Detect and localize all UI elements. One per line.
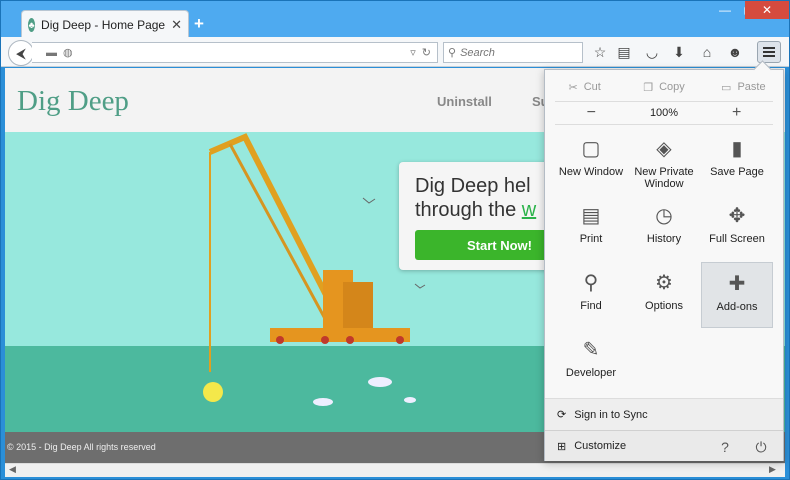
sync-label: Sign in to Sync [574, 408, 648, 421]
window-icon: ▢ [581, 138, 601, 160]
dropdown-icon[interactable]: ▿ [410, 46, 416, 59]
hamburger-icon [763, 51, 775, 53]
tab-title: Dig Deep - Home Page [41, 17, 166, 32]
folder-icon: ▬ [46, 46, 57, 59]
fullscreen-icon: ✥ [728, 205, 746, 227]
zoom-out-button[interactable]: − [555, 104, 628, 122]
home-icon[interactable]: ⌂ [697, 42, 717, 62]
tree-icon: ♣ [28, 17, 36, 32]
nav-uninstall[interactable]: Uninstall [437, 94, 492, 109]
options-label: Options [645, 300, 683, 312]
paste-label: Paste [737, 81, 766, 93]
url-bar[interactable]: ▬ ◍ ▿ ↻ [32, 42, 438, 63]
tab-dig-deep[interactable]: ♣ Dig Deep - Home Page ✕ [21, 10, 189, 38]
hero-headline: Dig Deep hel through the w [415, 174, 536, 222]
close-window-button[interactable]: ✕ [745, 1, 789, 19]
new-tab-button[interactable]: + [194, 14, 204, 34]
history-button[interactable]: ◷ History [628, 195, 700, 261]
title-bar: ♣ Dig Deep - Home Page ✕ + — ▢ ✕ [1, 1, 789, 38]
magnifier-icon: ⚲ [583, 272, 599, 294]
clipboard-icon: ▭ [721, 81, 732, 94]
mask-icon: ◈ [656, 138, 672, 160]
search-box[interactable]: ⚲ [443, 42, 583, 63]
save-page-button[interactable]: ▮ Save Page [701, 128, 773, 194]
printer-icon: ▤ [581, 205, 601, 227]
menu-button[interactable] [757, 41, 781, 63]
sync-icon: ⟳ [557, 409, 567, 421]
puzzle-icon: ✚ [728, 273, 746, 295]
new-private-window-label: New Private Window [634, 166, 694, 190]
pocket-icon[interactable]: ◡ [642, 42, 662, 62]
print-label: Print [579, 233, 603, 245]
options-button[interactable]: ⚙ Options [628, 262, 700, 328]
gear-icon: ⚙ [655, 272, 673, 294]
hero-line-1: Dig Deep hel [415, 175, 531, 197]
search-icon: ⚲ [448, 47, 457, 59]
scroll-left-icon[interactable]: ◀ [9, 464, 16, 475]
full-screen-button[interactable]: ✥ Full Screen [701, 195, 773, 261]
copy-label: Copy [659, 81, 685, 93]
menu-grid: ▢ New Window ◈ New Private Window ▮ Save Pa… [555, 128, 773, 395]
nav-toolbar: ⮜ ▬ ◍ ▿ ↻ ⚲ ☆ ▤ ◡ ⬇ ⌂ ☻ [1, 37, 789, 67]
hero-link[interactable]: w [522, 199, 536, 221]
new-private-window-button[interactable]: ◈ New Private Window [628, 128, 700, 194]
new-window-button[interactable]: ▢ New Window [555, 128, 627, 194]
reload-icon[interactable]: ↻ [422, 46, 431, 59]
save-page-label: Save Page [710, 166, 764, 178]
find-label: Find [580, 300, 602, 312]
globe-icon: ◍ [63, 47, 73, 59]
customize-bar: ⊞ Customize ? ⏻ [545, 430, 783, 461]
add-ons-label: Add-ons [716, 301, 758, 313]
clock-icon: ◷ [655, 205, 673, 227]
zoom-in-button[interactable]: + [700, 104, 773, 122]
horizontal-scrollbar[interactable]: ◀ ▶ [5, 463, 785, 477]
cut-button[interactable]: ✂ Cut [545, 76, 624, 98]
firefox-menu-panel: ✂ Cut ❐ Copy ▭ Paste − 100% + ▢ New Window ◈… [544, 69, 784, 461]
new-window-label: New Window [558, 166, 624, 178]
hero-line-2: through the w [415, 198, 536, 222]
sign-in-to-sync-button[interactable]: ⟳ Sign in to Sync [545, 398, 783, 430]
zoom-controls: − 100% + [555, 101, 773, 125]
developer-label: Developer [565, 367, 617, 379]
help-icon[interactable]: ? [711, 436, 739, 458]
download-icon[interactable]: ⬇ [669, 42, 689, 62]
browser-window: ♣ Dig Deep - Home Page ✕ + — ▢ ✕ ⮜ ▬ ◍ ▿… [0, 0, 790, 480]
developer-button[interactable]: ✎ Developer [555, 329, 627, 395]
bookmark-star-icon[interactable]: ☆ [590, 42, 610, 62]
full-screen-label: Full Screen [709, 233, 765, 245]
arrow-left-icon: ⮜ [16, 44, 26, 61]
print-button[interactable]: ▤ Print [555, 195, 627, 261]
wrench-icon: ✎ [582, 339, 600, 361]
paste-button[interactable]: ▭ Paste [704, 76, 783, 98]
customize-button[interactable]: Customize [574, 440, 626, 452]
customize-plus-icon[interactable]: ⊞ [557, 440, 566, 453]
bookmarks-list-icon[interactable]: ▤ [614, 42, 634, 62]
minimize-button[interactable]: — [713, 1, 737, 19]
find-button[interactable]: ⚲ Find [555, 262, 627, 328]
hero-line-2-text: through the [415, 199, 522, 221]
scroll-right-icon[interactable]: ▶ [769, 464, 776, 475]
copy-icon: ❐ [643, 81, 654, 94]
power-icon[interactable]: ⏻ [747, 436, 775, 458]
tab-close-icon[interactable]: ✕ [171, 17, 182, 33]
cut-label: Cut [583, 81, 601, 93]
back-button[interactable]: ⮜ [8, 40, 34, 66]
history-label: History [646, 233, 682, 245]
chat-icon[interactable]: ☻ [725, 42, 745, 62]
search-input[interactable] [460, 46, 571, 59]
scissors-icon: ✂ [568, 81, 578, 94]
site-logo[interactable]: Dig Deep [17, 85, 129, 118]
page-icon: ▮ [731, 138, 743, 160]
edit-controls: ✂ Cut ❐ Copy ▭ Paste [545, 76, 783, 98]
copy-button[interactable]: ❐ Copy [624, 76, 703, 98]
add-ons-button[interactable]: ✚ Add-ons [701, 262, 773, 328]
zoom-reset-button[interactable]: 100% [628, 107, 701, 119]
